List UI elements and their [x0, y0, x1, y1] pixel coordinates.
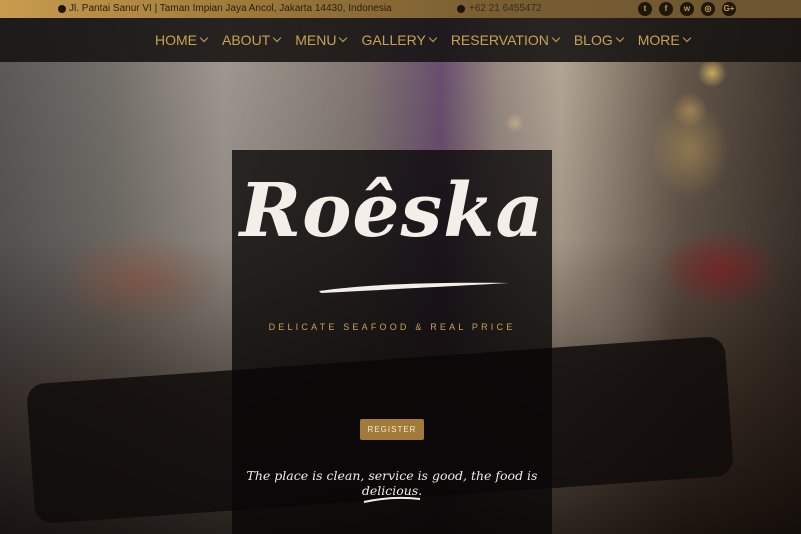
- address-text: Jl. Pantai Sanur VI | Taman Impian Jaya …: [69, 3, 392, 14]
- facebook-icon[interactable]: f: [659, 2, 673, 16]
- whatsapp-icon[interactable]: w: [680, 2, 694, 16]
- phone-icon: [457, 5, 465, 13]
- chevron-down-icon: [682, 33, 691, 43]
- google-plus-icon[interactable]: G+: [722, 2, 736, 16]
- nav-item-gallery[interactable]: GALLERY: [361, 32, 438, 48]
- nav-item-reservation[interactable]: RESERVATION: [450, 32, 561, 48]
- nav-label: GALLERY: [361, 32, 426, 48]
- phone-text: +62 21 6455472: [469, 3, 542, 14]
- main-navbar: HOME ABOUT MENU GALLERY RESERVATION BLOG…: [0, 18, 801, 62]
- chevron-down-icon: [272, 33, 282, 43]
- nav-item-more[interactable]: MORE: [637, 32, 691, 48]
- twitter-icon[interactable]: t: [638, 2, 652, 16]
- nav-item-home[interactable]: HOME: [155, 32, 209, 48]
- instagram-icon[interactable]: ◎: [701, 2, 715, 16]
- chevron-down-icon: [428, 33, 438, 43]
- chevron-down-icon: [339, 33, 348, 43]
- quote-underline-decoration: [363, 497, 421, 503]
- nav-label: RESERVATION: [450, 32, 549, 48]
- nav-label: ABOUT: [222, 32, 271, 48]
- tagline: DELICATE SEAFOOD & REAL PRICE: [268, 322, 516, 332]
- register-button[interactable]: REGISTER: [360, 419, 424, 440]
- nav-item-menu[interactable]: MENU: [295, 32, 348, 48]
- testimonial-quote: The place is clean, service is good, the…: [246, 468, 538, 498]
- nav-menu: HOME ABOUT MENU GALLERY RESERVATION BLOG…: [155, 18, 691, 62]
- social-links: t f w ◎ G+: [638, 2, 736, 16]
- hero-panel: Roêska DELICATE SEAFOOD & REAL PRICE REG…: [232, 150, 552, 534]
- location-pin-icon: [58, 5, 66, 13]
- nav-label: MENU: [295, 32, 337, 48]
- nav-label: BLOG: [573, 32, 613, 48]
- nav-label: HOME: [155, 32, 197, 48]
- brush-stroke-decoration: [319, 282, 510, 293]
- address-block: Jl. Pantai Sanur VI | Taman Impian Jaya …: [58, 0, 392, 18]
- phone-block: +62 21 6455472: [457, 0, 542, 18]
- top-info-bar: Jl. Pantai Sanur VI | Taman Impian Jaya …: [0, 0, 801, 18]
- nav-item-about[interactable]: ABOUT: [222, 32, 282, 48]
- chevron-down-icon: [551, 33, 561, 43]
- chevron-down-icon: [199, 33, 209, 43]
- chevron-down-icon: [615, 33, 624, 43]
- nav-item-blog[interactable]: BLOG: [573, 32, 624, 48]
- nav-label: MORE: [637, 32, 680, 48]
- brand-logo: Roêska: [239, 168, 545, 254]
